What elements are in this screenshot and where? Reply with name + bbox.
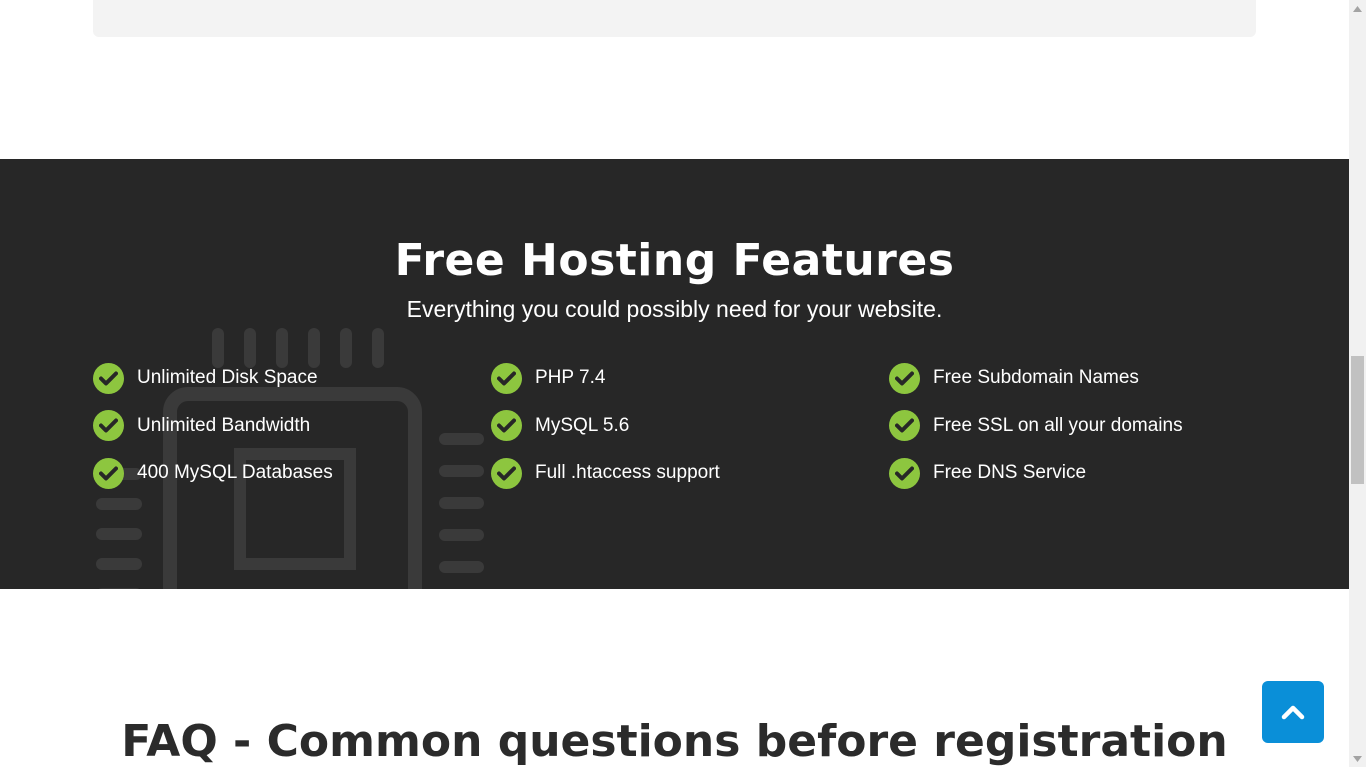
feature-column-1: Unlimited Disk Space Unlimited Bandwidth… (93, 362, 473, 505)
feature-label: Free Subdomain Names (933, 367, 1139, 388)
feature-label: MySQL 5.6 (535, 414, 630, 436)
feature-item: MySQL 5.6 (491, 410, 871, 442)
feature-label: 400 MySQL Databases (137, 462, 333, 483)
chevron-up-icon (1281, 705, 1305, 720)
scroll-up-arrow[interactable] (1349, 0, 1366, 17)
check-circle-icon (889, 410, 920, 441)
check-circle-icon (491, 362, 522, 394)
feature-item: PHP 7.4 (491, 362, 871, 394)
feature-label: Free SSL on all your domains (933, 414, 1183, 436)
scrollbar-thumb[interactable] (1351, 356, 1364, 484)
feature-column-2: PHP 7.4 MySQL 5.6 Full .htaccess support (491, 362, 871, 505)
page: Free Hosting Features Everything you cou… (0, 0, 1349, 767)
feature-label: PHP 7.4 (535, 367, 606, 388)
feature-label: Unlimited Bandwidth (137, 414, 311, 436)
feature-item: Free DNS Service (889, 457, 1269, 489)
features-section: Free Hosting Features Everything you cou… (0, 159, 1349, 589)
feature-item: Free SSL on all your domains (889, 410, 1269, 442)
feature-item: Free Subdomain Names (889, 362, 1269, 394)
scroll-down-arrow[interactable] (1349, 750, 1366, 767)
check-circle-icon (491, 410, 522, 441)
check-circle-icon (889, 457, 920, 489)
check-circle-icon (93, 362, 124, 394)
features-title: Free Hosting Features (394, 235, 955, 286)
feature-label: Free DNS Service (933, 462, 1087, 483)
feature-label: Full .htaccess support (535, 462, 720, 483)
feature-column-3: Free Subdomain Names Free SSL on all you… (889, 362, 1269, 505)
feature-item: Unlimited Bandwidth (93, 410, 473, 442)
check-circle-icon (491, 457, 522, 489)
page-scrollbar[interactable] (1349, 0, 1366, 767)
feature-label: Unlimited Disk Space (137, 367, 318, 388)
content-card (93, 0, 1256, 37)
features-subtitle: Everything you could possibly need for y… (406, 296, 943, 322)
back-to-top-button[interactable] (1262, 681, 1324, 743)
feature-item: 400 MySQL Databases (93, 457, 473, 489)
feature-item: Full .htaccess support (491, 457, 871, 489)
check-circle-icon (93, 410, 124, 441)
faq-title: FAQ - Common questions before registrati… (121, 716, 1228, 767)
feature-item: Unlimited Disk Space (93, 362, 473, 394)
check-circle-icon (889, 362, 920, 394)
check-circle-icon (93, 457, 124, 489)
